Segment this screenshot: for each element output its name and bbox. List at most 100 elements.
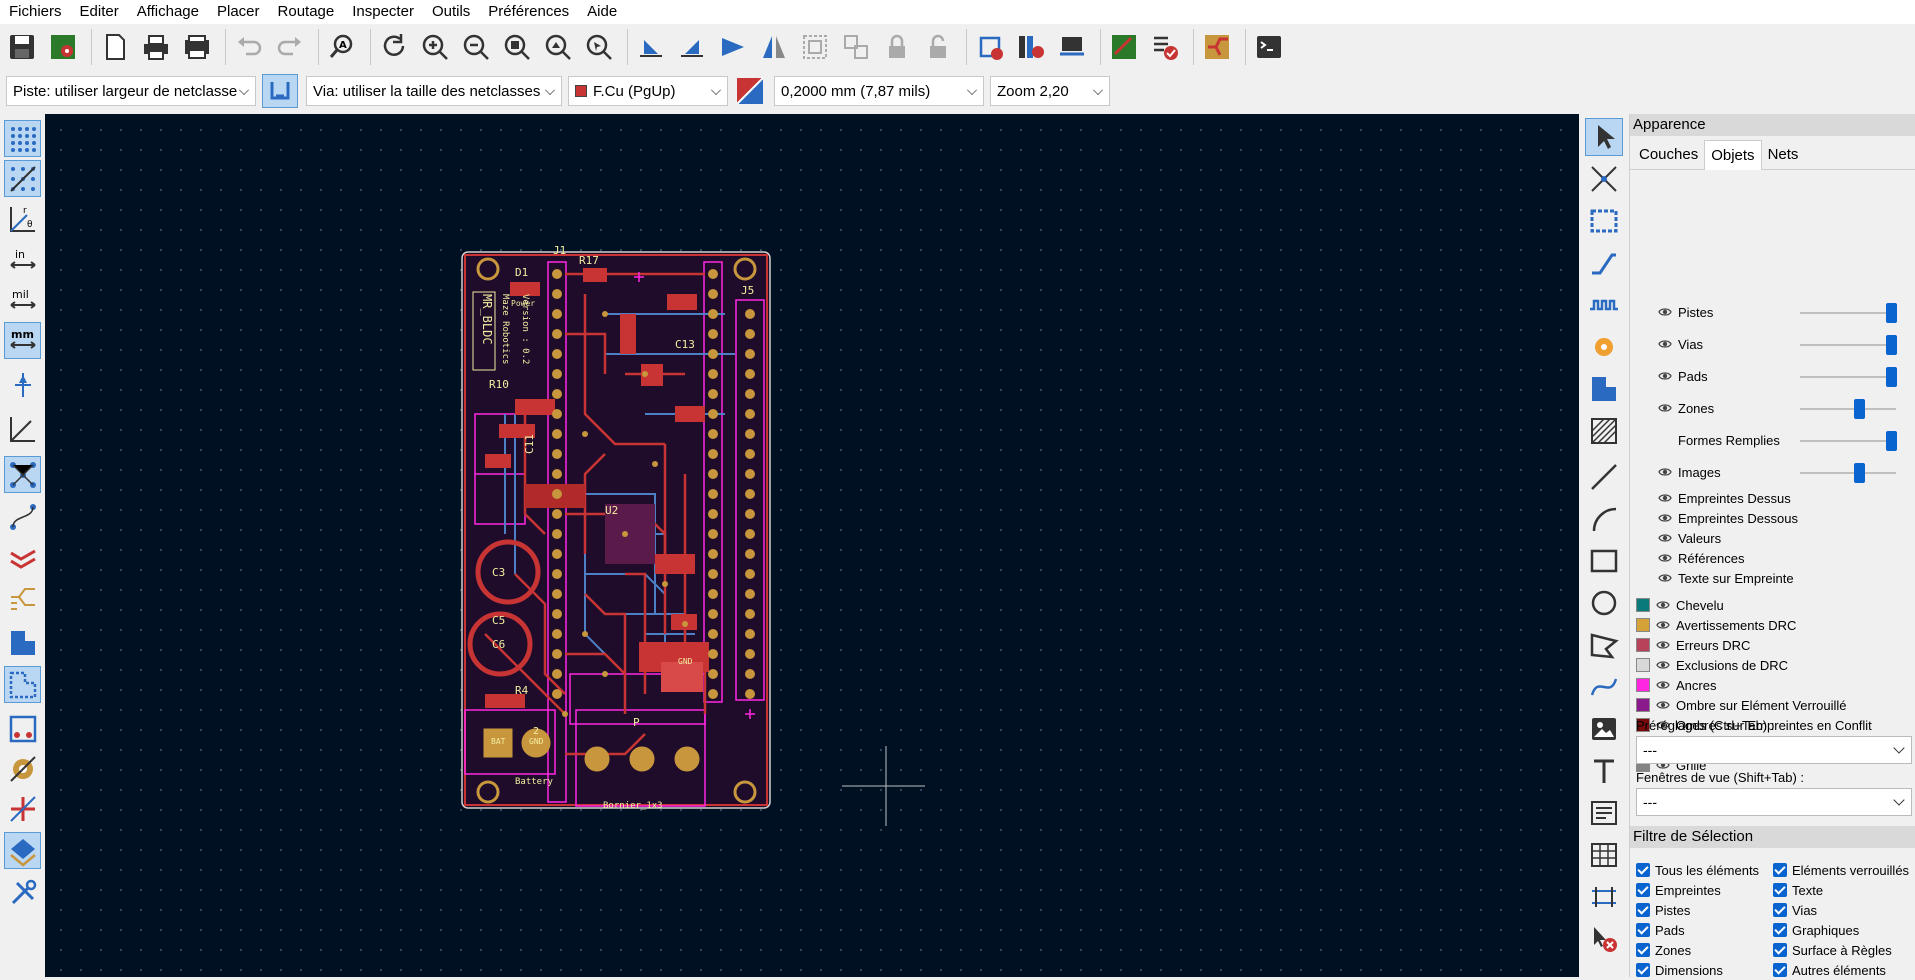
object-row[interactable]: Vias (1658, 334, 1703, 354)
eye-icon[interactable] (1658, 551, 1672, 565)
scripting-console-icon[interactable] (1251, 29, 1287, 65)
measure-axes-icon[interactable] (4, 410, 41, 447)
eye-icon[interactable] (1658, 491, 1672, 505)
checkbox-icon[interactable] (1773, 963, 1787, 977)
checkbox-icon[interactable] (1773, 883, 1787, 897)
render-layer-row[interactable]: Ancres (1636, 675, 1716, 695)
object-row[interactable]: Zones (1658, 398, 1714, 418)
filter-checkbox[interactable]: Pistes (1636, 900, 1690, 920)
footprint-browser-icon[interactable] (1013, 29, 1049, 65)
menu-item[interactable]: Fichiers (0, 0, 71, 24)
slider-handle[interactable] (1885, 431, 1897, 451)
via-size-select[interactable]: Via: utiliser la taille des netclasses (306, 76, 562, 106)
grid-overrides-icon[interactable] (4, 160, 41, 197)
eye-icon[interactable] (1656, 638, 1670, 652)
render-layer-row[interactable]: Exclusions de DRC (1636, 655, 1788, 675)
checkbox-icon[interactable] (1636, 923, 1650, 937)
menu-item[interactable]: Inspecter (343, 0, 423, 24)
eye-icon[interactable] (1656, 618, 1670, 632)
eye-icon[interactable] (1656, 658, 1670, 672)
draw-rectangle-icon[interactable] (1585, 542, 1623, 580)
checkbox-icon[interactable] (1636, 883, 1650, 897)
menu-item[interactable]: Editer (71, 0, 128, 24)
eye-icon[interactable] (1658, 465, 1672, 479)
tab-objets[interactable]: Objets (1704, 140, 1762, 170)
zoom-select[interactable]: Zoom 2,20 (990, 76, 1110, 106)
page-settings-icon[interactable] (97, 29, 133, 65)
eye-icon[interactable] (1658, 337, 1672, 351)
pcb-canvas[interactable]: J1 D1 Power R17 J5 C13 R10 C11 C3 C5 C6 … (45, 114, 1579, 977)
add-table-icon[interactable] (1585, 836, 1623, 874)
track-outline-icon[interactable] (4, 580, 41, 617)
draw-polygon-icon[interactable] (1585, 626, 1623, 664)
eye-icon[interactable] (1658, 369, 1672, 383)
tab-nets[interactable]: Nets (1762, 140, 1805, 170)
select-icon[interactable] (1585, 118, 1623, 156)
draw-circle-icon[interactable] (1585, 584, 1623, 622)
menu-item[interactable]: Routage (269, 0, 344, 24)
add-footprint-icon[interactable] (1585, 202, 1623, 240)
eye-icon[interactable] (1656, 678, 1670, 692)
add-via-icon[interactable] (1585, 328, 1623, 366)
add-dimension-icon[interactable] (1585, 878, 1623, 916)
rotate-ccw-icon[interactable] (633, 29, 669, 65)
render-layer-row[interactable]: Chevelu (1636, 595, 1724, 615)
checkbox-icon[interactable] (1636, 903, 1650, 917)
slider-handle[interactable] (1885, 367, 1897, 387)
eye-icon[interactable] (1658, 401, 1672, 415)
opacity-slider[interactable] (1800, 367, 1897, 387)
graphic-outline-icon[interactable] (4, 790, 41, 827)
undo-icon[interactable] (231, 29, 267, 65)
menu-item[interactable]: Préférences (479, 0, 578, 24)
slider-handle[interactable] (1854, 463, 1865, 483)
filter-checkbox[interactable]: Zones (1636, 940, 1691, 960)
delete-tool-icon[interactable] (1585, 920, 1623, 958)
board[interactable]: J1 D1 Power R17 J5 C13 R10 C11 C3 C5 C6 … (461, 244, 771, 811)
group-icon[interactable] (797, 29, 833, 65)
object-row[interactable]: Pistes (1658, 302, 1713, 322)
zone-display-icon[interactable] (4, 624, 41, 661)
cursor-full-icon[interactable] (4, 366, 41, 403)
auto-track-width-icon[interactable] (262, 74, 298, 108)
views-select[interactable]: --- (1636, 788, 1912, 816)
route-icon[interactable] (1199, 29, 1235, 65)
slider-handle[interactable] (1885, 335, 1897, 355)
units-inch-icon[interactable]: in (4, 242, 41, 279)
zoom-fit-icon[interactable] (499, 29, 535, 65)
object-row[interactable]: Empreintes Dessous (1658, 508, 1798, 528)
checkbox-icon[interactable] (1636, 963, 1650, 977)
print-icon[interactable] (138, 29, 174, 65)
units-mm-icon[interactable]: mm (4, 322, 41, 359)
tune-length-icon[interactable] (1585, 286, 1623, 324)
filter-checkbox[interactable]: Dimensions (1636, 960, 1723, 980)
checkbox-icon[interactable] (1773, 903, 1787, 917)
properties-tools-icon[interactable] (4, 874, 41, 911)
render-layer-row[interactable]: Avertissements DRC (1636, 615, 1796, 635)
3d-viewer-icon[interactable] (1054, 29, 1090, 65)
zoom-out-icon[interactable] (458, 29, 494, 65)
presets-select[interactable]: --- (1636, 736, 1912, 764)
object-row[interactable]: Images (1658, 462, 1721, 482)
render-layer-row[interactable]: Erreurs DRC (1636, 635, 1750, 655)
color-swatch[interactable] (1636, 638, 1650, 652)
render-layer-row[interactable]: Ombre sur Elément Verrouillé (1636, 695, 1847, 715)
opacity-slider[interactable] (1800, 399, 1896, 419)
draw-line-icon[interactable] (1585, 458, 1623, 496)
zoom-objects-icon[interactable] (540, 29, 576, 65)
draw-bezier-icon[interactable] (1585, 668, 1623, 706)
layer-pair-icon[interactable] (734, 75, 766, 107)
object-row[interactable]: Texte sur Empreinte (1658, 568, 1794, 588)
opacity-slider[interactable] (1800, 303, 1897, 323)
ungroup-icon[interactable] (838, 29, 874, 65)
menu-item[interactable]: Outils (423, 0, 479, 24)
filter-checkbox[interactable]: Pads (1636, 920, 1685, 940)
footprint-editor-icon[interactable] (972, 29, 1008, 65)
pad-display-icon[interactable] (4, 710, 41, 747)
rotate-cw-icon[interactable] (674, 29, 710, 65)
redo-icon[interactable] (272, 29, 308, 65)
board-setup-icon[interactable] (45, 29, 81, 65)
local-ratsnest-icon[interactable] (1585, 160, 1623, 198)
color-swatch[interactable] (1636, 618, 1650, 632)
drc-icon[interactable] (1147, 29, 1183, 65)
layer-select[interactable]: F.Cu (PgUp) (568, 76, 728, 106)
